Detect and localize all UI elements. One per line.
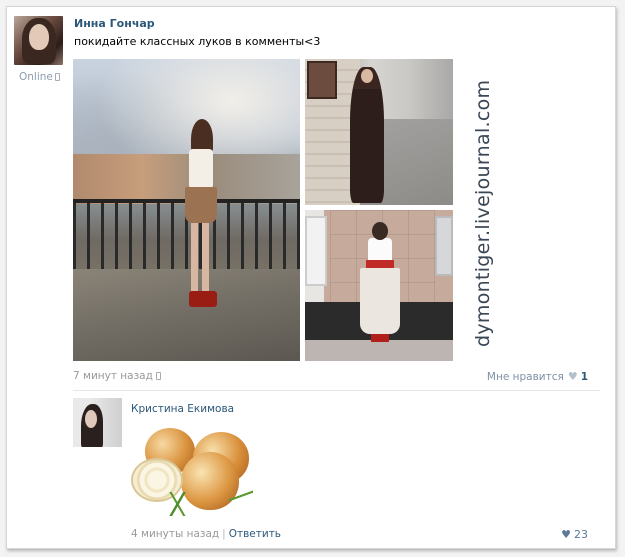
post-photo-bottom-right[interactable] [305,210,453,361]
divider [73,390,600,391]
post-text: покидайте классных луков в комменты<3 [74,35,321,48]
post-photo-main[interactable] [73,59,300,361]
post-time-label[interactable]: 7 минут назад [73,370,153,382]
post-photo-top-right[interactable] [305,59,453,205]
reply-link[interactable]: Ответить [229,528,281,540]
comment-author-name[interactable]: Кристина Екимова [131,403,234,415]
post-card: Online Инна Гончар покидайте классных лу… [6,6,616,549]
comment-like-button[interactable]: ♥ 23 [561,528,588,541]
online-status: Online [19,71,60,83]
comment-meta: 4 минуты назад | Ответить [131,528,281,540]
post-author-name[interactable]: Инна Гончар [74,17,155,30]
watermark: dymontiger.livejournal.com [472,79,494,347]
heart-icon: ♥ [561,528,571,541]
comment-timestamp[interactable]: 4 минуты назад [131,528,219,540]
heart-icon: ♥ [567,370,578,383]
comment-author-avatar[interactable] [73,398,122,447]
post-timestamp[interactable]: 7 минут назад [73,370,161,382]
mobile-icon [54,73,60,81]
mobile-icon [155,372,161,380]
comment-like-count: 23 [574,528,588,541]
like-label: Мне нравится [486,371,564,383]
like-count: 1 [580,371,588,383]
author-avatar[interactable] [14,16,63,65]
post-like-button[interactable]: Мне нравится ♥ 1 [487,370,588,383]
online-label: Online [19,71,53,83]
comment-image-onions[interactable] [131,422,256,522]
